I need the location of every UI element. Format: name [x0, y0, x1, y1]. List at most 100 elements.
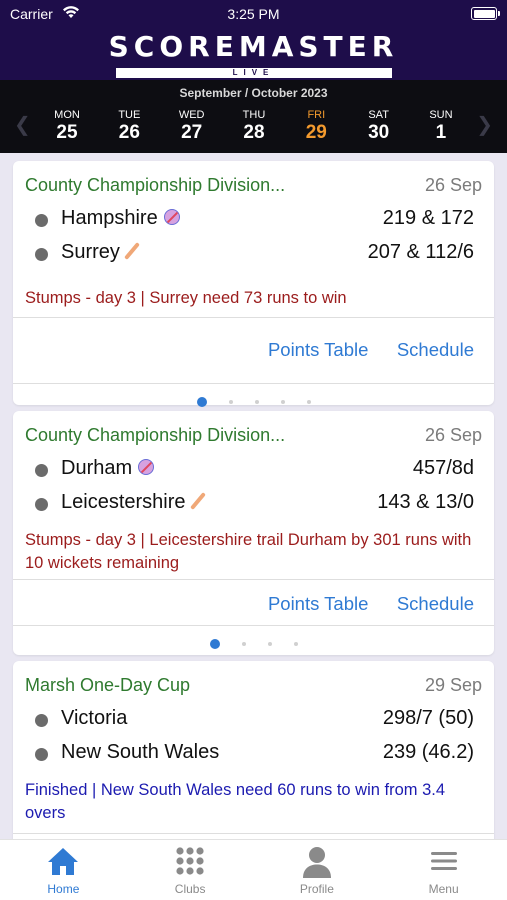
divider: [13, 579, 494, 580]
team-dot-icon: [35, 248, 48, 261]
team-row: Victoria 298/7 (50): [25, 707, 474, 733]
day-sun[interactable]: SUN 1: [416, 108, 466, 144]
team-dot-icon: [35, 714, 48, 727]
team-name: New South Wales: [61, 741, 220, 763]
page-dot: [306, 399, 311, 404]
competition-name: County Championship Division...: [25, 425, 286, 445]
match-status: Stumps - day 3 | Leicestershire trail Du…: [25, 531, 472, 572]
day-number: 27: [181, 122, 203, 143]
day-name: SUN: [429, 109, 453, 121]
day-thu[interactable]: THU 28: [229, 108, 279, 144]
team-dot-icon: [35, 748, 48, 761]
home-icon: [48, 848, 79, 875]
ball-icon: [163, 209, 180, 225]
tab-label: Home: [47, 882, 80, 896]
tab-label: Clubs: [174, 882, 206, 896]
day-name: THU: [242, 109, 266, 121]
day-name: FRI: [307, 109, 326, 121]
day-tue[interactable]: TUE 26: [104, 108, 154, 144]
clock: 3:25 PM: [227, 6, 280, 22]
page-dot: [241, 641, 246, 646]
team-name: Surrey: [61, 241, 120, 263]
team-score: 143 & 13/0: [377, 491, 474, 513]
day-number: 26: [118, 122, 140, 143]
team-row: Leicestershire 143 & 13/0: [25, 491, 474, 517]
page-dot: [228, 399, 233, 404]
divider: [13, 833, 494, 834]
page-dot: [293, 641, 298, 646]
tab-bar: Home Clubs Profile Menu: [0, 839, 507, 900]
day-wed[interactable]: WED 27: [167, 108, 217, 144]
day-number: 29: [305, 122, 327, 143]
team-row: Surrey 207 & 112/6: [25, 241, 474, 267]
tab-profile[interactable]: Profile: [254, 840, 381, 900]
match-date: 26 Sep: [424, 425, 482, 445]
page-indicator[interactable]: [13, 393, 494, 407]
divider: [13, 317, 494, 318]
team-dot-icon: [35, 464, 48, 477]
battery-icon: [471, 7, 500, 20]
bat-icon: [123, 242, 140, 260]
competition-name: Marsh One-Day Cup: [25, 675, 191, 695]
status-bar: Carrier 3:25 PM: [0, 0, 507, 28]
day-number: 28: [243, 122, 265, 143]
page-dot: [196, 396, 207, 407]
schedule-link[interactable]: Schedule: [397, 339, 474, 360]
match-card[interactable]: Marsh One-Day Cup 29 Sep Victoria 298/7 …: [13, 661, 494, 839]
points-table-link[interactable]: Points Table: [268, 339, 368, 360]
logo-title: SCOREMASTER: [108, 30, 399, 63]
match-status: Finished | New South Wales need 60 runs …: [25, 781, 446, 822]
grid-icon: [176, 847, 204, 875]
tab-menu[interactable]: Menu: [380, 840, 507, 900]
day-name: MON: [54, 109, 80, 121]
day-name: WED: [178, 109, 205, 121]
match-card[interactable]: County Championship Division... 26 Sep D…: [13, 411, 494, 655]
day-list: MON 25 TUE 26 WED 27 THU 28 FRI 29 SAT 30 SUN 1: [42, 108, 466, 144]
day-name: TUE: [118, 109, 141, 121]
day-number: 25: [56, 122, 78, 143]
team-name: Durham: [61, 457, 133, 479]
chevron-left-icon[interactable]: ❮: [14, 112, 31, 137]
date-selector: September / October 2023 ❮ ❯ MON 25 TUE 26…: [0, 80, 507, 153]
day-number: 30: [368, 122, 390, 143]
person-icon: [302, 847, 331, 878]
points-table-link[interactable]: Points Table: [268, 593, 368, 614]
divider: [13, 383, 494, 384]
match-card[interactable]: County Championship Division... 26 Sep H…: [13, 161, 494, 407]
match-date: 26 Sep: [424, 175, 482, 195]
app-header: Carrier 3:25 PM SCOREMASTER LIVE Septemb…: [0, 0, 507, 153]
page-dot: [267, 641, 272, 646]
schedule-link[interactable]: Schedule: [397, 593, 474, 614]
day-fri[interactable]: FRI 29: [291, 108, 341, 144]
day-sat[interactable]: SAT 30: [354, 108, 404, 144]
logo-subtitle: LIVE: [115, 68, 392, 78]
team-name: Hampshire: [61, 207, 158, 229]
team-dot-icon: [35, 214, 48, 227]
app-logo: SCOREMASTER LIVE: [0, 32, 507, 80]
day-mon[interactable]: MON 25: [42, 108, 92, 144]
tab-home[interactable]: Home: [0, 840, 127, 900]
ball-icon: [138, 459, 155, 475]
team-dot-icon: [35, 498, 48, 511]
tab-label: Menu: [428, 882, 459, 896]
page-dot: [209, 638, 220, 649]
tab-clubs[interactable]: Clubs: [127, 840, 254, 900]
day-name: SAT: [368, 109, 389, 121]
team-name: Victoria: [61, 707, 128, 729]
match-date: 29 Sep: [424, 675, 482, 695]
team-score: 207 & 112/6: [367, 241, 474, 263]
tab-label: Profile: [299, 882, 334, 896]
month-label: September / October 2023: [179, 86, 328, 100]
team-row: New South Wales 239 (46.2): [25, 741, 474, 767]
page-indicator[interactable]: [13, 635, 494, 649]
chevron-right-icon[interactable]: ❯: [476, 112, 493, 137]
match-status: Stumps - day 3 | Surrey need 73 runs to …: [25, 289, 347, 307]
competition-name: County Championship Division...: [25, 175, 286, 195]
team-row: Hampshire 219 & 172: [25, 207, 474, 233]
team-score: 219 & 172: [382, 207, 474, 229]
hamburger-icon: [430, 852, 457, 870]
match-list[interactable]: County Championship Division... 26 Sep H…: [0, 153, 507, 839]
team-score: 457/8d: [412, 457, 474, 479]
team-name: Leicestershire: [61, 491, 186, 513]
team-row: Durham 457/8d: [25, 457, 474, 483]
